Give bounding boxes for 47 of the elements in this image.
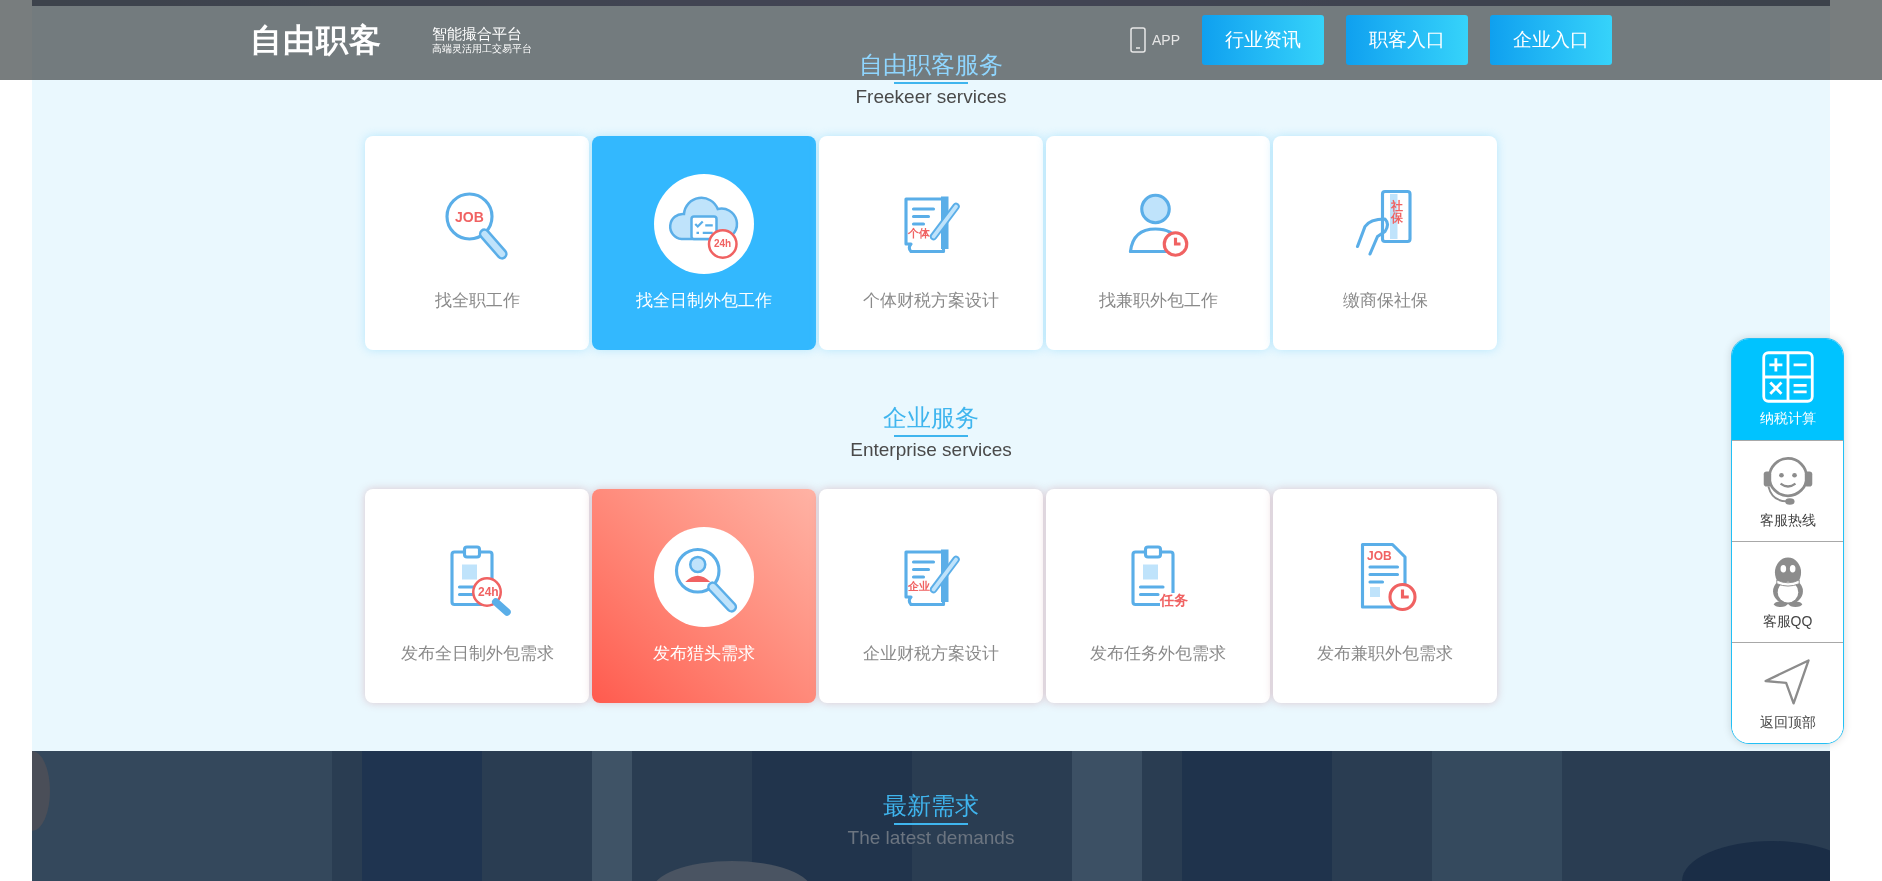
card-label: 发布全日制外包需求: [400, 643, 554, 665]
service-card[interactable]: 24h 找全日制外包工作: [592, 136, 816, 350]
icon-label: 24h: [714, 239, 732, 249]
service-card[interactable]: 找兼职外包工作: [1046, 136, 1270, 350]
card-label: 发布兼职外包需求: [1317, 643, 1453, 665]
app-link[interactable]: APP: [1152, 29, 1180, 51]
icon-label: 个体: [908, 228, 930, 239]
card-label: 个体财税方案设计: [863, 290, 999, 312]
icon-label: 24h: [478, 586, 499, 598]
card-label: 缴商保社保: [1342, 290, 1428, 312]
service-card[interactable]: JOB 找全职工作: [365, 136, 589, 350]
section-subtitle: Freekeer services: [855, 85, 1007, 109]
service-card[interactable]: 企业 企业财税方案设计: [819, 489, 1043, 703]
nav-button[interactable]: 行业资讯: [1202, 15, 1324, 65]
service-card[interactable]: 发布猎头需求: [592, 489, 816, 703]
service-card[interactable]: 24h 发布全日制外包需求: [365, 489, 589, 703]
calculator-icon: [1759, 349, 1816, 405]
card-label: 企业财税方案设计: [863, 643, 999, 665]
section-title: 最新需求: [883, 791, 979, 821]
icon-label: 社保: [1391, 200, 1403, 224]
tagline-sub: 高端灵活用工交易平台: [432, 43, 532, 55]
icon-label: 企业: [908, 581, 930, 592]
icon-label: JOB: [1367, 550, 1392, 562]
sidebar-button[interactable]: 客服QQ: [1732, 541, 1843, 642]
service-card[interactable]: 个体 个体财税方案设计: [819, 136, 1043, 350]
sidebar-button[interactable]: 客服热线: [1732, 440, 1843, 541]
nav-button[interactable]: 职客入口: [1346, 15, 1468, 65]
icon-label: JOB: [455, 210, 484, 224]
section-title: 企业服务: [883, 403, 979, 433]
card-label: 发布任务外包需求: [1090, 643, 1226, 665]
card-label: 找全日制外包工作: [636, 290, 772, 312]
section-title: 自由职客服务: [859, 50, 1003, 80]
section-subtitle: The latest demands: [847, 826, 1015, 850]
tagline: 智能撮合平台: [432, 25, 523, 43]
sidebar-button[interactable]: 返回顶部: [1732, 642, 1843, 743]
service-card[interactable]: JOB 发布兼职外包需求: [1273, 489, 1497, 703]
card-label: 找全职工作: [434, 290, 520, 312]
service-card[interactable]: 任务 发布任务外包需求: [1046, 489, 1270, 703]
service-card[interactable]: 社保 缴商保社保: [1273, 136, 1497, 350]
card-label: 发布猎头需求: [653, 643, 755, 665]
card-label: 找兼职外包工作: [1098, 290, 1218, 312]
nav-button[interactable]: 企业入口: [1490, 15, 1612, 65]
logo[interactable]: 自由职客: [250, 24, 382, 56]
sidebar-button[interactable]: 纳税计算: [1732, 339, 1843, 440]
section-subtitle: Enterprise services: [850, 438, 1012, 462]
phone-icon[interactable]: [1130, 27, 1146, 53]
icon-label: 任务: [1160, 593, 1188, 607]
